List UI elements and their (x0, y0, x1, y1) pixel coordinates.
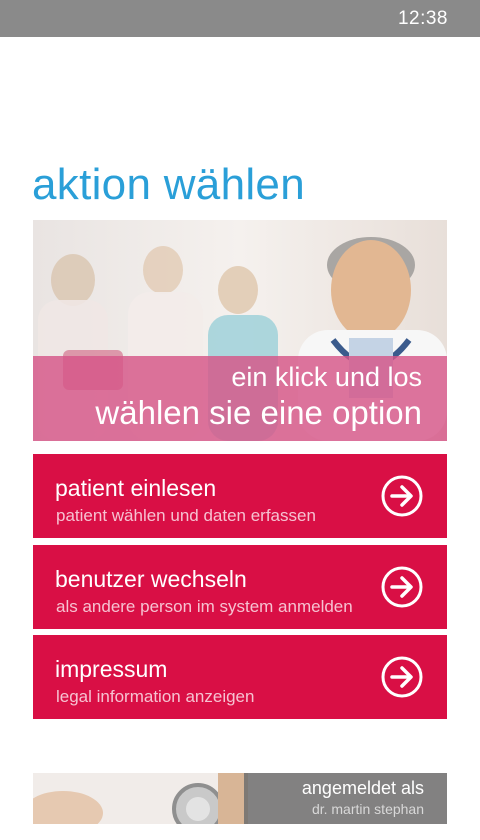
tile-subtitle: patient wählen und daten erfassen (56, 506, 316, 525)
tile-subtitle: als andere person im system anmelden (56, 597, 353, 616)
status-time: 12:38 (397, 8, 448, 29)
status-bar: 12:38 (0, 0, 480, 37)
logged-in-label-box: angemeldet als dr. martin stephan (244, 773, 447, 824)
page-title: aktion wählen (32, 160, 305, 209)
arrow-right-circle-icon[interactable] (381, 475, 423, 517)
tile-benutzer-wechseln[interactable]: benutzer wechseln als andere person im s… (33, 545, 447, 629)
logged-in-user: dr. martin stephan (311, 801, 424, 817)
tile-title: patient einlesen (55, 475, 217, 501)
arrow-right-circle-icon[interactable] (381, 656, 423, 698)
tile-patient-einlesen[interactable]: patient einlesen patient wählen und date… (33, 454, 447, 538)
arrow-right-circle-icon[interactable] (381, 566, 423, 608)
tile-title: benutzer wechseln (55, 566, 247, 592)
tile-title: impressum (55, 656, 168, 682)
hero-banner: ein klick und los wählen sie eine option (33, 220, 447, 441)
hero-tagline: ein klick und los (231, 362, 422, 392)
tile-impressum[interactable]: impressum legal information anzeigen (33, 635, 447, 719)
tile-subtitle: legal information anzeigen (56, 687, 255, 706)
logged-in-banner[interactable]: angemeldet als dr. martin stephan (33, 773, 447, 824)
logged-in-label: angemeldet als (301, 778, 424, 798)
hero-headline: wählen sie eine option (95, 394, 422, 431)
